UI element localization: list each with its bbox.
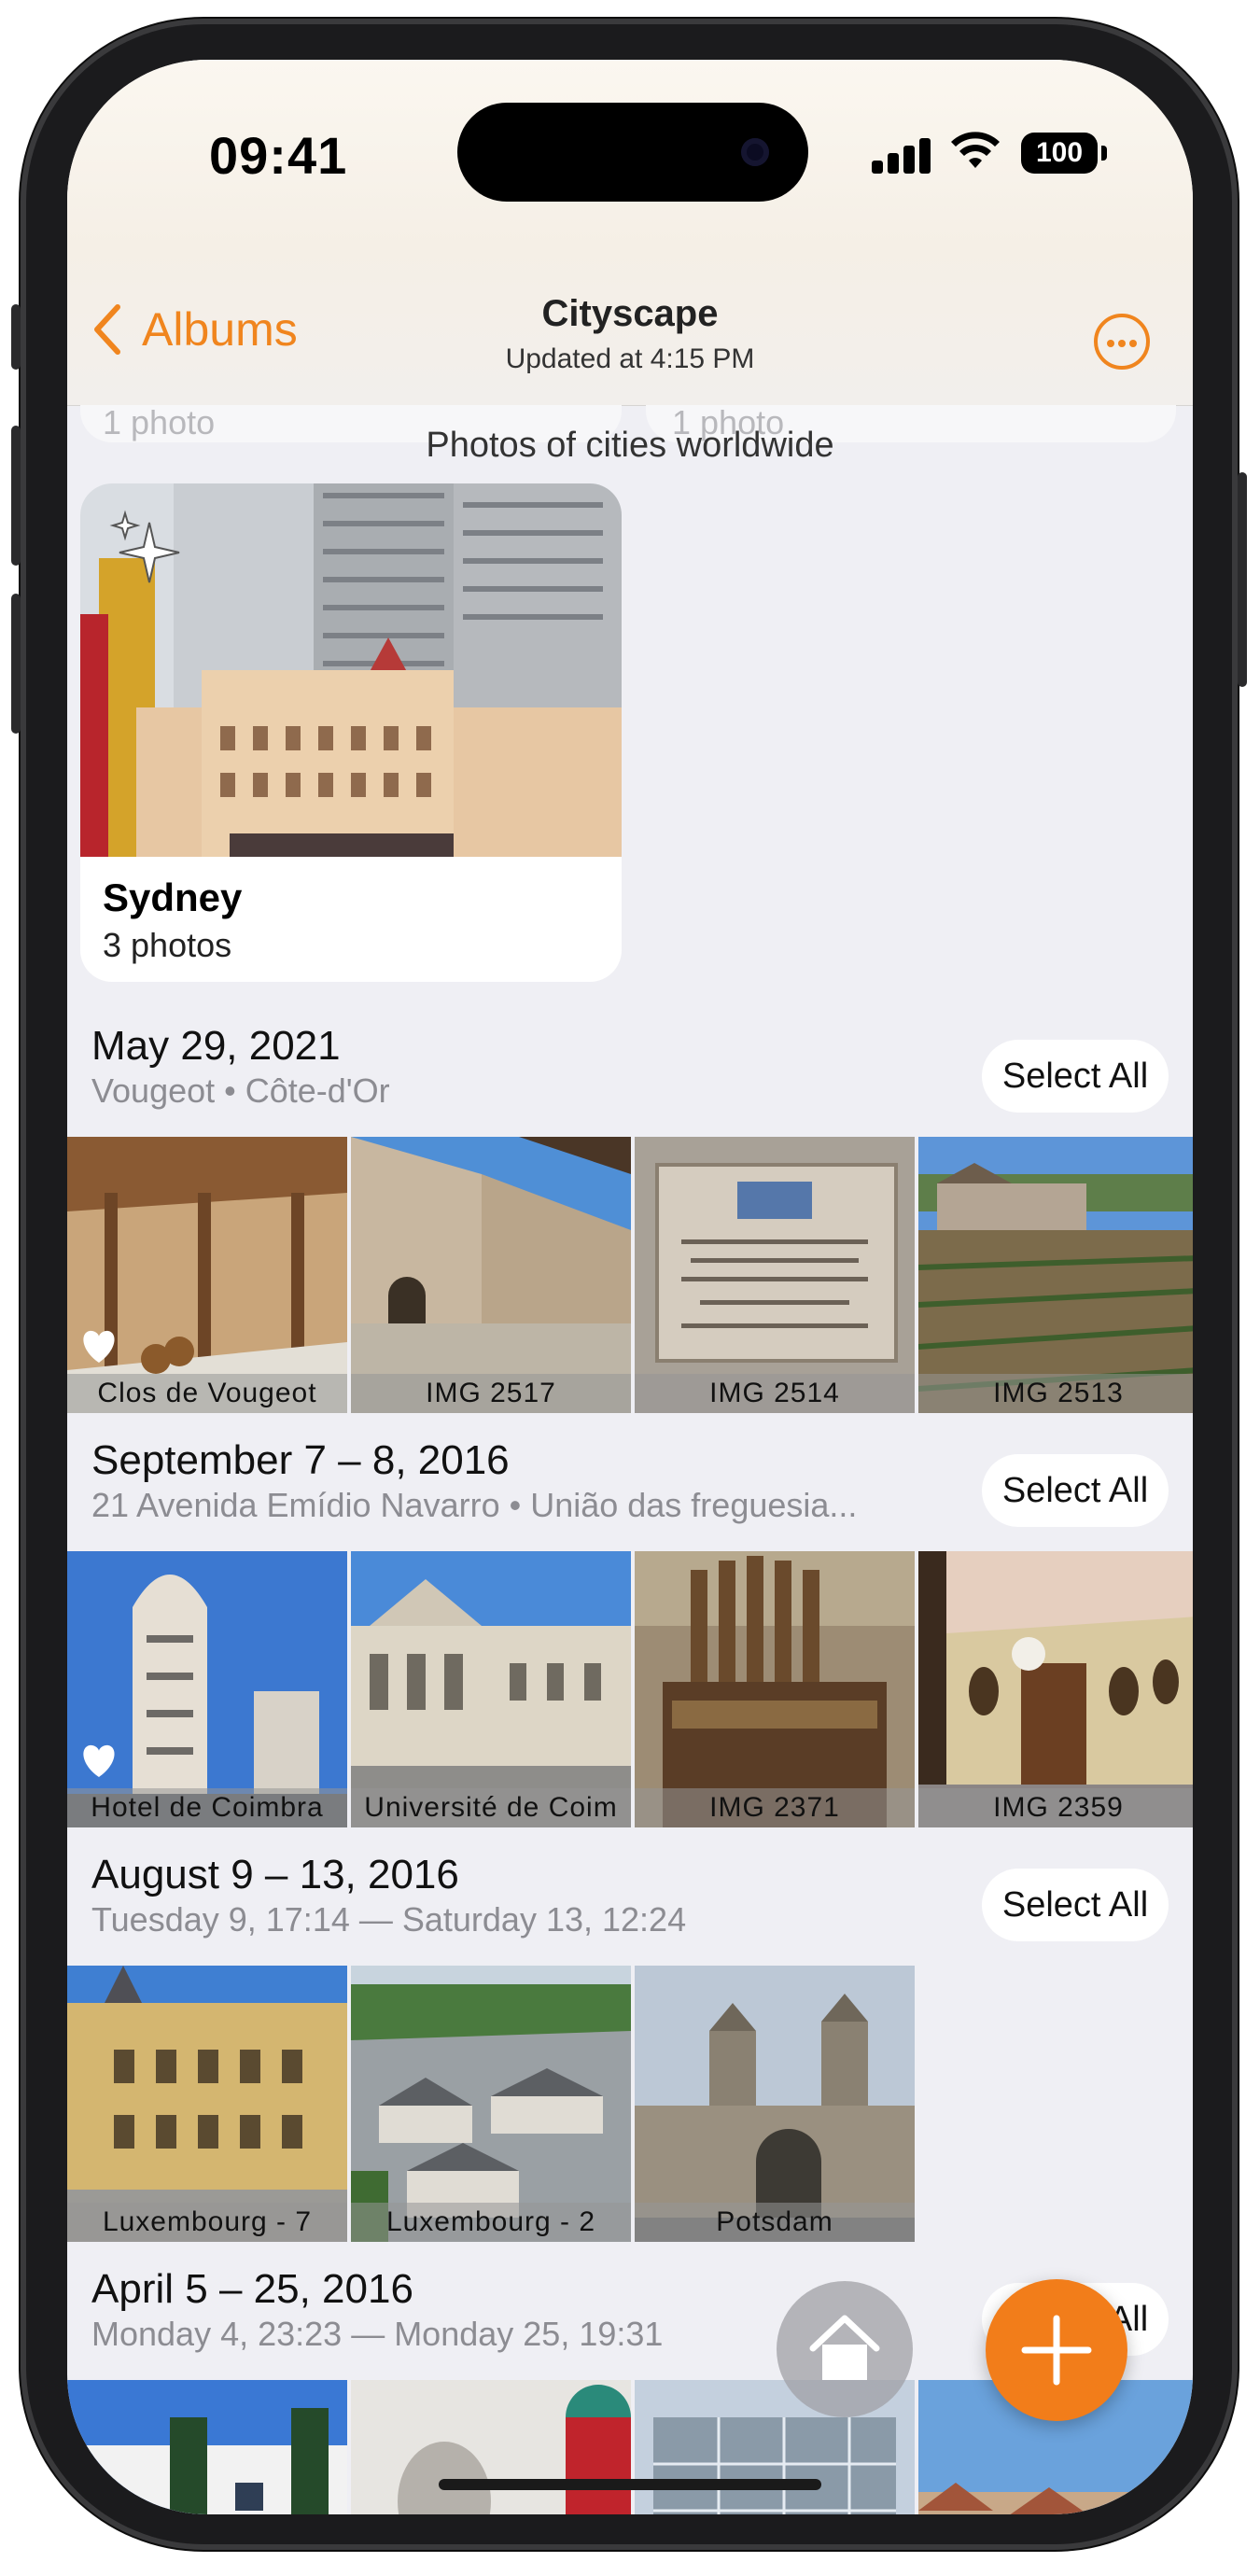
cellular-signal-icon — [872, 136, 931, 174]
photo-tile[interactable]: IMG 2513 — [918, 1137, 1193, 1413]
page-subtitle: Updated at 4:15 PM — [505, 343, 755, 374]
photo-row: Luxembourg - 7 Luxembourg - 2 Potsdam — [67, 1966, 1193, 2242]
album-card-sydney[interactable]: Sydney 3 photos — [80, 483, 622, 982]
photo-tile[interactable]: IMG 2371 — [635, 1551, 915, 1827]
album-count: 3 photos — [103, 926, 232, 964]
photo-tile[interactable]: Potsdam — [635, 1966, 915, 2242]
volume-down-button — [11, 594, 21, 734]
camera-icon — [741, 138, 769, 166]
select-all-button[interactable]: Select All — [982, 1040, 1169, 1113]
screen: 09:41 100 Albums Cityscape Updated at 4:… — [67, 60, 1193, 2514]
wifi-icon — [951, 132, 1000, 168]
photo-tile[interactable]: IMG 2359 — [918, 1551, 1193, 1827]
power-button — [1238, 472, 1247, 687]
photo-tile[interactable] — [351, 2380, 631, 2514]
photo-caption: IMG 2359 — [918, 1788, 1193, 1827]
photo-tile[interactable]: IMG 2517 — [351, 1137, 631, 1413]
battery-indicator: 100 — [1021, 133, 1107, 174]
section-location: 21 Avenida Emídio Navarro • União das fr… — [91, 1486, 858, 1524]
section-date: May 29, 2021 — [91, 1023, 341, 1069]
action-button — [11, 304, 21, 370]
album-content[interactable]: 1 photo 1 photo Photos of cities worldwi… — [67, 405, 1193, 2514]
photo-caption: IMG 2517 — [351, 1374, 631, 1413]
select-all-button[interactable]: Select All — [982, 1454, 1169, 1527]
page-title: Cityscape — [541, 293, 719, 334]
status-bar: 09:41 100 — [67, 60, 1193, 246]
status-time: 09:41 — [209, 126, 348, 185]
heart-icon — [83, 1330, 115, 1363]
section-location: Monday 4, 23:23 — Monday 25, 19:31 — [91, 2315, 664, 2353]
photo-tile[interactable]: Clos de Vougeot — [67, 1137, 347, 1413]
photo-tile[interactable]: Luxembourg - 2 — [351, 1966, 631, 2242]
select-all-button[interactable]: Select All — [982, 1869, 1169, 1941]
photo-tile[interactable]: Luxembourg - 7 — [67, 1966, 347, 2242]
photo-caption: IMG 2513 — [918, 1374, 1193, 1413]
photo-caption: IMG 2371 — [635, 1788, 915, 1827]
add-button[interactable] — [986, 2279, 1127, 2421]
photo-caption: Potsdam — [635, 2203, 915, 2242]
photo-tile[interactable]: Université de Coim — [351, 1551, 631, 1827]
album-description: Photos of cities worldwide — [426, 426, 834, 465]
photo-tile[interactable]: IMG 2514 — [635, 1137, 915, 1413]
album-name: Sydney — [103, 875, 243, 919]
section-date: August 9 – 13, 2016 — [91, 1852, 459, 1897]
home-icon — [809, 2315, 880, 2380]
navigation-bar: Albums Cityscape Updated at 4:15 PM — [67, 246, 1193, 406]
section-date: April 5 – 25, 2016 — [91, 2266, 413, 2312]
plus-icon — [1021, 2315, 1092, 2386]
photo-row: Clos de Vougeot IMG 2517 IMG 2514 IMG 25… — [67, 1137, 1193, 1413]
photo-caption: Hotel de Coimbra — [67, 1788, 347, 1827]
section-location: Vougeot • Côte-d'Or — [91, 1071, 390, 1110]
photo-caption: Clos de Vougeot — [67, 1374, 347, 1413]
photo-caption: Université de Coim — [351, 1788, 631, 1827]
photo-tile[interactable] — [67, 2380, 347, 2514]
photo-tile[interactable]: Hotel de Coimbra — [67, 1551, 347, 1827]
volume-up-button — [11, 426, 21, 566]
photo-row: Hotel de Coimbra Université de Coim IMG … — [67, 1551, 1193, 1827]
more-button[interactable] — [1094, 314, 1150, 370]
home-indicator — [439, 2479, 821, 2490]
heart-icon — [83, 1744, 115, 1777]
dynamic-island — [457, 103, 808, 202]
home-button[interactable] — [777, 2281, 913, 2417]
sparkles-icon — [109, 510, 180, 583]
album-cover-image — [80, 483, 622, 857]
section-location: Tuesday 9, 17:14 — Saturday 13, 12:24 — [91, 1900, 687, 1939]
photo-caption: Luxembourg - 2 — [351, 2203, 631, 2242]
photo-caption: Luxembourg - 7 — [67, 2203, 347, 2242]
section-date: September 7 – 8, 2016 — [91, 1437, 510, 1483]
photo-caption: IMG 2514 — [635, 1374, 915, 1413]
